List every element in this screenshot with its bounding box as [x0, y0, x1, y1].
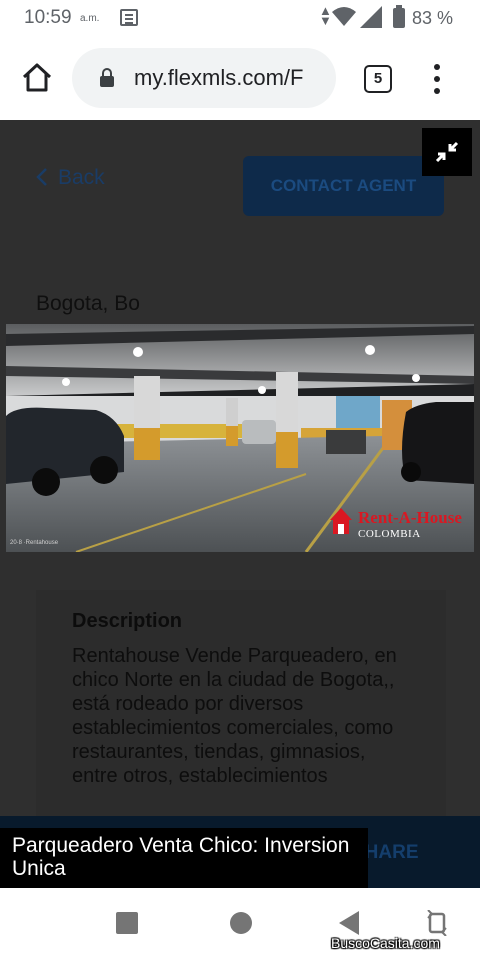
- data-arrows-icon: ▲ ▼: [319, 3, 332, 28]
- url-bar[interactable]: my.flexmls.com/F: [72, 48, 336, 108]
- more-vert-icon[interactable]: [431, 64, 443, 94]
- back-link[interactable]: Back: [36, 166, 105, 190]
- news-notification-icon: [120, 9, 138, 26]
- fullscreen-exit-icon[interactable]: [422, 128, 472, 176]
- battery-percent: 83 %: [412, 8, 454, 28]
- status-ampm: a.m.: [80, 13, 100, 24]
- description-text: Rentahouse Vende Parqueadero, en chico N…: [72, 645, 397, 787]
- home-icon[interactable]: [20, 60, 54, 94]
- url-text: my.flexmls.com/F: [134, 65, 304, 90]
- rotate-screen-icon[interactable]: [426, 910, 448, 936]
- battery-icon: [393, 5, 405, 28]
- photo-caption: Parqueadero Venta Chico: Inversion Unica: [0, 828, 368, 888]
- nav-home-icon[interactable]: [230, 912, 252, 934]
- nav-back-icon[interactable]: [339, 911, 359, 935]
- photo-credit: 20·8 ·Rentahouse: [10, 540, 59, 546]
- description-title: Description: [72, 610, 183, 632]
- listing-page: Back CONTACT AGENT Bogota, Bo 20·8 ·Rent…: [0, 120, 480, 888]
- recents-icon[interactable]: [116, 912, 138, 934]
- listing-location: Bogota, Bo: [36, 292, 140, 315]
- system-nav-bar: BuscoCasita.com: [0, 888, 480, 960]
- wifi-icon: [332, 7, 356, 26]
- chevron-left-icon: [36, 168, 47, 186]
- brand-country: COLOMBIA: [358, 528, 421, 540]
- tab-switcher-button[interactable]: 5: [364, 65, 392, 93]
- status-bar: 10:59 a.m. ▲ ▼ 83 %: [0, 0, 480, 38]
- brand-name: Rent-A-House: [358, 508, 462, 527]
- contact-agent-button[interactable]: CONTACT AGENT: [243, 156, 444, 216]
- signal-icon: [360, 6, 382, 28]
- status-time: 10:59: [24, 7, 72, 28]
- browser-toolbar: my.flexmls.com/F 5: [0, 38, 480, 120]
- lock-icon: [100, 68, 114, 87]
- house-logo-icon: [330, 508, 352, 534]
- back-label: Back: [58, 166, 105, 189]
- listing-photo[interactable]: 20·8 ·Rentahouse Rent-A-House COLOMBIA: [6, 324, 474, 552]
- site-watermark: BuscoCasita.com: [331, 935, 440, 951]
